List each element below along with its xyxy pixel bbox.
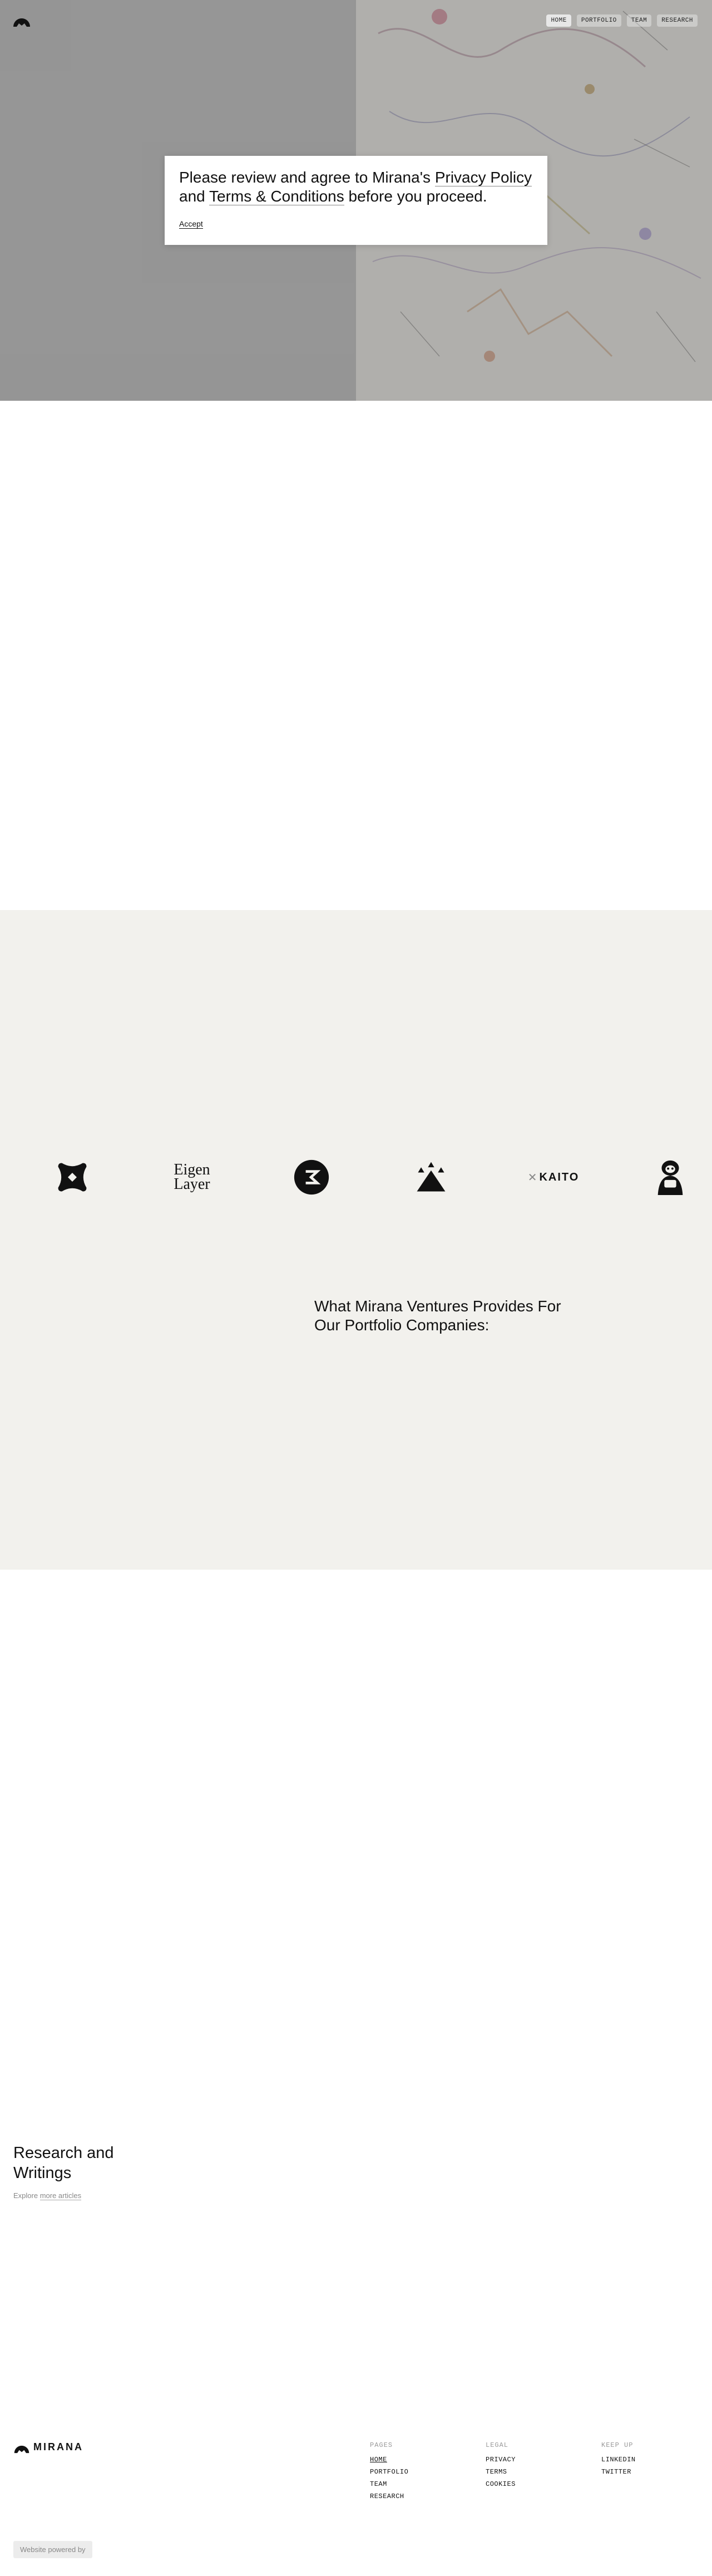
- privacy-policy-link[interactable]: Privacy Policy: [434, 169, 532, 186]
- portfolio-logos-row: Eigen Layer ✕ KAITO: [0, 1158, 712, 1197]
- footer-link-home[interactable]: HOME: [370, 2454, 408, 2466]
- nav-portfolio[interactable]: PORTFOLIO: [576, 14, 621, 27]
- eigenlayer-logo[interactable]: Eigen Layer: [161, 1158, 222, 1197]
- nav-research[interactable]: RESEARCH: [657, 14, 698, 27]
- mirana-logo-icon[interactable]: [12, 12, 31, 28]
- footer-link-portfolio[interactable]: PORTFOLIO: [370, 2466, 408, 2478]
- footer-pages-column: PAGES HOME PORTFOLIO TEAM RESEARCH: [370, 2441, 408, 2503]
- footer-link-research[interactable]: RESEARCH: [370, 2490, 408, 2503]
- top-navigation: HOME PORTFOLIO TEAM RESEARCH: [546, 14, 698, 27]
- footer-link-twitter[interactable]: TWITTER: [601, 2466, 636, 2478]
- triangle-mountain-logo-icon[interactable]: [400, 1158, 462, 1197]
- consent-message: Please review and agree to Mirana's Priv…: [179, 168, 535, 206]
- footer-keepup-column: KEEP UP LINKEDIN TWITTER: [601, 2441, 636, 2478]
- ape-mascot-logo-icon[interactable]: [640, 1158, 701, 1197]
- footer-link-cookies[interactable]: COOKIES: [486, 2478, 516, 2490]
- consent-text-and: and: [179, 188, 209, 205]
- footer-wordmark: MIRANA: [33, 2441, 83, 2452]
- sigma-circle-logo-icon[interactable]: [281, 1158, 342, 1197]
- more-articles-link[interactable]: more articles: [39, 2191, 82, 2200]
- eigenlayer-line-2: Layer: [174, 1176, 210, 1193]
- research-title: Research and Writings: [13, 2144, 114, 2182]
- kaito-wordmark: KAITO: [539, 1171, 580, 1183]
- portfolio-section: Eigen Layer ✕ KAITO What Mirana Ventures…: [0, 910, 712, 1570]
- consent-modal: Please review and agree to Mirana's Priv…: [165, 156, 547, 245]
- hero-section: HOME PORTFOLIO TEAM RESEARCH Please revi…: [0, 0, 712, 401]
- consent-text-tail: before you proceed.: [344, 188, 487, 205]
- explore-articles: Explore more articles: [13, 2191, 82, 2200]
- kaito-x-icon: ✕: [527, 1171, 537, 1184]
- footer-link-privacy[interactable]: PRIVACY: [486, 2454, 516, 2466]
- footer-legal-column: LEGAL PRIVACY TERMS COOKIES: [486, 2441, 516, 2490]
- footer-link-linkedin[interactable]: LINKEDIN: [601, 2454, 636, 2466]
- mirana-footer-logo-icon: [14, 2445, 29, 2453]
- footer-logo[interactable]: MIRANA: [13, 2439, 83, 2455]
- footer-keepup-heading: KEEP UP: [601, 2441, 634, 2449]
- footer-link-terms[interactable]: TERMS: [486, 2466, 516, 2478]
- nav-home[interactable]: HOME: [546, 14, 571, 27]
- footer-pages-heading: PAGES: [370, 2441, 393, 2449]
- star-cross-logo-icon[interactable]: [42, 1158, 103, 1197]
- nav-team[interactable]: TEAM: [626, 14, 652, 27]
- kaito-logo[interactable]: ✕ KAITO: [520, 1158, 587, 1197]
- accept-button[interactable]: Accept: [179, 219, 203, 229]
- provides-heading: What Mirana Ventures Provides For Our Po…: [314, 1297, 561, 1334]
- footer-link-team[interactable]: TEAM: [370, 2478, 408, 2490]
- powered-by-badge[interactable]: Website powered by: [13, 2541, 92, 2558]
- footer-legal-heading: LEGAL: [486, 2441, 509, 2449]
- explore-prefix: Explore: [13, 2191, 40, 2200]
- terms-conditions-link[interactable]: Terms & Conditions: [209, 188, 344, 205]
- consent-text-lead: Please review and agree to Mirana's: [179, 169, 435, 186]
